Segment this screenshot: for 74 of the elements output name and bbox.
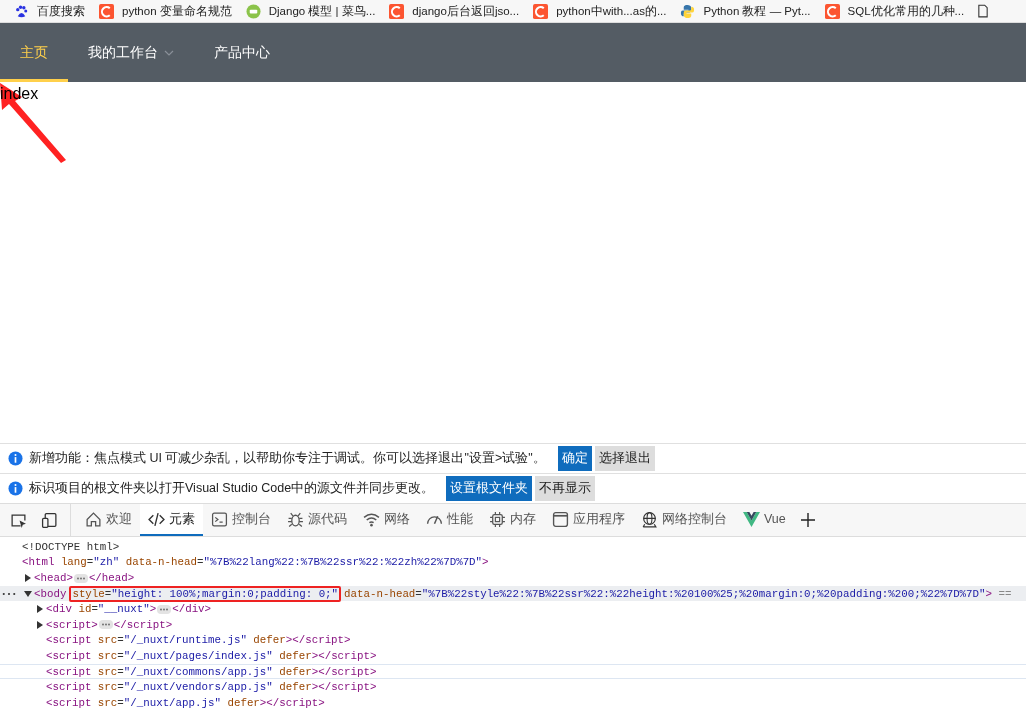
devtools-tab[interactable]: 欢迎 — [77, 504, 140, 536]
bookmark[interactable]: Python 教程 — Pyt... — [680, 3, 811, 19]
plus-icon — [799, 512, 816, 528]
confirm-button[interactable]: 确定 — [557, 446, 592, 471]
round-badge-icon — [245, 3, 261, 19]
code-text: <script> </script> — [46, 618, 173, 631]
dismiss-button[interactable]: 选择退出 — [594, 446, 655, 471]
bookmark[interactable]: 百度搜索 — [14, 3, 85, 19]
bookmark[interactable]: Django 模型 | 菜鸟... — [245, 3, 376, 19]
bug-icon — [287, 510, 304, 528]
code-icon — [148, 510, 165, 528]
devtools-tab[interactable]: 控制台 — [203, 504, 279, 536]
globe-icon — [641, 510, 658, 528]
dom-node-row[interactable]: <script src="/_nuxt/commons/app.js" defer></script> — [0, 663, 1026, 680]
chip-icon — [489, 510, 506, 528]
devtools-tab[interactable]: 元素 — [140, 504, 203, 536]
devtools-tab[interactable]: 网络 — [355, 504, 418, 536]
code-text: <!DOCTYPE html> — [22, 540, 120, 553]
vue-logo-icon — [743, 510, 760, 528]
ellipsis-icon — [159, 607, 170, 611]
nav-item[interactable]: 主页 — [0, 23, 68, 82]
devtools-tab[interactable]: 网络控制台 — [633, 504, 735, 536]
ellipsis-icon — [100, 623, 111, 627]
code-text: style="height: 100%;margin:0;padding: 0;" — [72, 587, 339, 600]
wifi-icon — [363, 510, 380, 528]
code-text: <script src="/_nuxt/vendors/app.js" defer></script> — [46, 681, 377, 694]
dom-node-row[interactable]: <html lang="zh" data-n-head="%7B%22lang%22:%7B%22ssr%22:%22zh%22%7D%7D"> — [0, 554, 1026, 571]
dom-node-row[interactable]: <!DOCTYPE html> — [0, 539, 1026, 555]
dom-node-row[interactable]: <div id="__nuxt"> </div> — [0, 601, 1026, 617]
bookmark[interactable]: python 变量命名规范 — [99, 3, 232, 19]
notification-text: 新增功能：焦点模式 UI 可减少杂乱，以帮助你专注于调试。你可以选择退出"设置>试验"。 — [29, 450, 546, 467]
c-logo-icon — [389, 3, 405, 19]
ellipsis-icon — [75, 576, 86, 580]
code-text: <script src="/_nuxt/commons/app.js" defer></script> — [46, 665, 377, 678]
bookmark[interactable]: SQL优化常用的几种... — [824, 3, 965, 19]
devtools-tab[interactable]: 源代码 — [279, 504, 355, 536]
code-text: <script src="/_nuxt/runtime.js" defer></script> — [46, 634, 351, 647]
code-text: <script src="/_nuxt/pages/index.js" defer></script> — [46, 649, 377, 662]
devtools-tab[interactable]: 内存 — [481, 504, 544, 536]
dots-icon — [2, 591, 16, 596]
devtools-tab[interactable]: Vue — [735, 504, 794, 536]
dom-node-row[interactable]: <script> </script> — [0, 616, 1026, 633]
code-text: <html lang="zh" data-n-head="%7B%22lang%22:%7B%22ssr%22:%22zh%22%7D%7D"> — [22, 556, 489, 569]
c-logo-icon — [824, 3, 840, 19]
confirm-button[interactable]: 设置根文件夹 — [446, 476, 533, 501]
expanded-triangle-icon — [24, 589, 32, 598]
paw-icon — [14, 3, 29, 19]
c-logo-icon — [533, 3, 549, 19]
page-icon — [978, 4, 989, 18]
dom-node-row[interactable]: <script src="/_nuxt/runtime.js" defer></script> — [0, 632, 1026, 649]
notification-text: 标识项目的根文件夹以打开Visual Studio Code中的源文件并同步更改。 — [29, 480, 435, 497]
code-text: <head> </head> — [34, 572, 135, 584]
code-text: <div id="__nuxt"> </div> — [46, 603, 212, 616]
collapsed-triangle-icon — [24, 574, 32, 582]
bookmark[interactable]: django后台返回jso... — [389, 3, 520, 19]
nav-item[interactable]: 我的工作台 — [68, 23, 194, 82]
device-icon — [41, 511, 58, 529]
devtools-tab[interactable]: 应用程序 — [544, 504, 633, 536]
nav-item[interactable]: 产品中心 — [194, 23, 290, 82]
dom-node-row[interactable]: <head> </head> — [0, 570, 1026, 586]
python-snakes-icon — [680, 3, 696, 19]
info-icon — [8, 481, 23, 496]
bookmark[interactable]: python中with...as的... — [533, 3, 667, 19]
code-text: <script src="/_nuxt/app.js" defer></script> — [46, 696, 325, 709]
window-icon — [552, 510, 569, 528]
console-icon — [211, 510, 228, 528]
dom-node-row[interactable]: <script src="/_nuxt/pages/index.js" defer></script> — [0, 648, 1026, 664]
dismiss-button[interactable]: 不再显示 — [535, 476, 596, 501]
home-icon — [85, 510, 102, 528]
c-logo-icon — [99, 3, 114, 19]
dom-node-row[interactable]: <script src="/_nuxt/app.js" defer></script> — [0, 694, 1026, 711]
info-icon — [8, 451, 23, 466]
dom-node-row[interactable]: <script src="/_nuxt/vendors/app.js" defer></script> — [0, 679, 1026, 695]
devtools-tab[interactable]: 性能 — [418, 504, 481, 536]
